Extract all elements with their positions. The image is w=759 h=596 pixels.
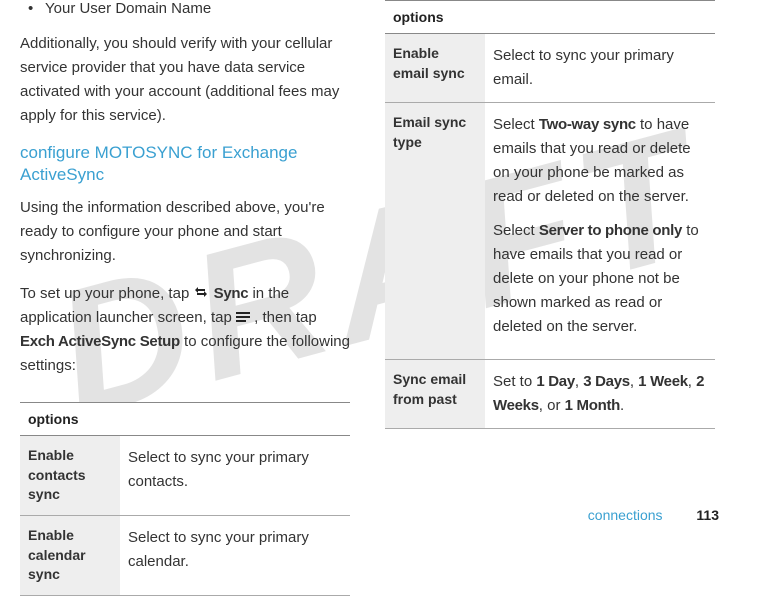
page-content: • Your User Domain Name Additionally, yo…	[0, 0, 759, 545]
right-column: options Enable email sync Select to sync…	[385, 0, 715, 480]
option-name: Enable email sync	[385, 34, 485, 103]
table-header: options	[385, 1, 715, 34]
option-desc: Set to 1 Day, 3 Days, 1 Week, 2 Weeks, o…	[485, 360, 715, 429]
section-heading: configure MOTOSYNC for Exchange ActiveSy…	[20, 142, 350, 186]
setup-paragraph: To set up your phone, tap Sync in the ap…	[20, 282, 350, 378]
text: ,	[630, 373, 638, 390]
bullet-dot-icon: •	[20, 0, 45, 17]
footer-section: connections	[588, 507, 663, 523]
text: ,	[688, 373, 696, 390]
text: ,	[575, 373, 583, 390]
footer-page-number: 113	[696, 507, 719, 523]
text: , then tap	[254, 309, 317, 326]
table-header: options	[20, 403, 350, 436]
option-name: Enable contacts sync	[20, 436, 120, 516]
sync-label: Sync	[214, 285, 249, 302]
paragraph: Additionally, you should verify with you…	[20, 32, 350, 128]
text: Set to	[493, 373, 536, 390]
text: , or	[539, 397, 565, 414]
option-name: Enable calendar sync	[20, 516, 120, 596]
option-name: Email sync type	[385, 103, 485, 360]
left-column: • Your User Domain Name Additionally, yo…	[20, 0, 350, 480]
sync-icon	[193, 282, 209, 306]
options-table-left: options Enable contacts sync Select to s…	[20, 402, 350, 596]
server-to-phone-label: Server to phone only	[539, 222, 682, 239]
text: Select	[493, 116, 539, 133]
value-1month: 1 Month	[565, 397, 620, 414]
option-name: Sync email from past	[385, 360, 485, 429]
menu-icon	[236, 306, 250, 330]
paragraph: Using the information described above, y…	[20, 196, 350, 268]
table-row: Enable calendar sync Select to sync your…	[20, 516, 350, 596]
exch-setup-label: Exch ActiveSync Setup	[20, 333, 180, 350]
options-table-right: options Enable email sync Select to sync…	[385, 0, 715, 429]
option-desc: Select to sync your primary calendar.	[120, 516, 350, 596]
text: To set up your phone, tap	[20, 285, 193, 302]
two-way-sync-label: Two-way sync	[539, 116, 636, 133]
option-desc: Select to sync your primary email.	[485, 34, 715, 103]
option-desc: Select Two-way sync to have emails that …	[485, 103, 715, 360]
text: Select	[493, 222, 539, 239]
value-1week: 1 Week	[638, 373, 688, 390]
value-1day: 1 Day	[536, 373, 575, 390]
table-row: Email sync type Select Two-way sync to h…	[385, 103, 715, 360]
text: .	[620, 397, 624, 414]
bullet-item: • Your User Domain Name	[20, 0, 350, 17]
value-3days: 3 Days	[583, 373, 630, 390]
bullet-text: Your User Domain Name	[45, 0, 211, 17]
option-desc: Select to sync your primary contacts.	[120, 436, 350, 516]
table-row: Enable contacts sync Select to sync your…	[20, 436, 350, 516]
table-row: Enable email sync Select to sync your pr…	[385, 34, 715, 103]
table-row: Sync email from past Set to 1 Day, 3 Day…	[385, 360, 715, 429]
page-footer: connections 113	[588, 507, 719, 523]
